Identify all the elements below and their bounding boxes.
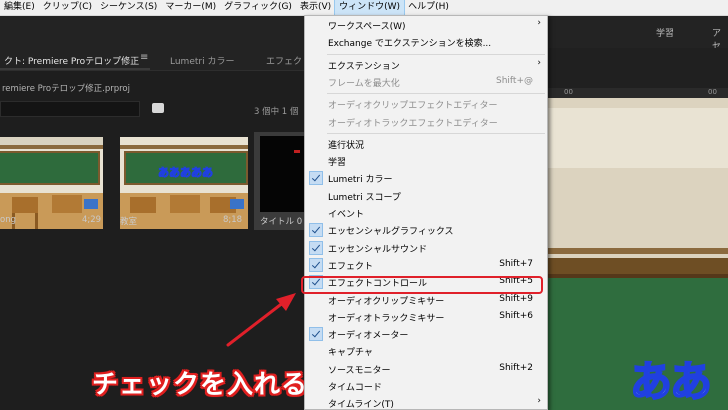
chevron-right-icon: › bbox=[537, 396, 541, 407]
window-menu-item[interactable]: オーディオトラックミキサー Shift+6 bbox=[305, 309, 547, 325]
menu-item[interactable]: 編集(E) bbox=[0, 0, 39, 15]
clip-duration: 8;18 bbox=[223, 215, 243, 225]
menu-item-label: タイムライン(T) bbox=[328, 400, 394, 410]
workspace-tab-learning[interactable]: 学習 bbox=[656, 26, 674, 39]
menu-item-shortcut: Shift+7 bbox=[499, 258, 533, 269]
window-menu-item[interactable]: ワークスペース(W) › bbox=[305, 17, 547, 33]
menu-item-label: フレームを最大化 bbox=[328, 78, 400, 89]
window-menu-item[interactable]: 学習 bbox=[305, 153, 547, 169]
menu-item-label: イベント bbox=[328, 210, 365, 220]
window-menu-item: オーディオトラックエフェクトエディター bbox=[305, 114, 547, 130]
timeline-ruler[interactable]: 00 00 bbox=[548, 88, 728, 98]
menu-separator bbox=[327, 53, 545, 55]
menu-item[interactable]: グラフィック(G) bbox=[220, 0, 296, 15]
clip-duration: 4;29 bbox=[82, 215, 102, 225]
menu-bar: 編集(E) クリップ(C) シーケンス(S) マーカー(M) グラフィック(G) 表示(V… bbox=[0, 0, 728, 16]
clip-name: タイトル 0 bbox=[260, 217, 303, 227]
menu-item-label: オーディオトラックエフェクトエディター bbox=[328, 118, 498, 129]
active-tab-indicator bbox=[0, 68, 150, 70]
menu-item[interactable]: 表示(V) bbox=[296, 0, 335, 15]
highlight-box bbox=[301, 276, 543, 294]
chevron-right-icon: › bbox=[537, 57, 541, 68]
window-menu-item[interactable]: エクステンション › bbox=[305, 57, 547, 73]
window-menu-item: フレームを最大化 Shift+@ bbox=[305, 74, 547, 90]
tab-effects[interactable]: エフェク bbox=[266, 54, 302, 67]
menu-separator bbox=[327, 93, 545, 95]
checkmark-icon bbox=[309, 171, 323, 186]
window-menu-item[interactable]: イベント bbox=[305, 205, 547, 221]
ruler-tick: 00 bbox=[564, 88, 573, 96]
window-menu-item[interactable]: タイムライン(T) › bbox=[305, 395, 547, 410]
ruler-tick: 00 bbox=[708, 88, 717, 96]
window-menu-item: オーディオクリップエフェクトエディター bbox=[305, 96, 547, 112]
menu-item-label: 進行状況 bbox=[328, 140, 365, 151]
menu-item-label: エッセンシャルグラフィックス bbox=[328, 227, 454, 238]
menu-item-shortcut: Shift+9 bbox=[499, 293, 533, 304]
menu-item-label: エクステンション bbox=[328, 61, 400, 72]
window-menu-item[interactable]: 進行状況 bbox=[305, 136, 547, 152]
annotation-text: チェックを入れる bbox=[92, 370, 309, 400]
window-menu-item[interactable]: Exchange でエクステンションを検索... bbox=[305, 34, 547, 50]
project-file-name: remiere Proテロップ修正.prproj bbox=[2, 84, 130, 94]
checkmark-icon bbox=[309, 257, 323, 272]
window-menu-item[interactable]: Lumetri スコープ bbox=[305, 188, 547, 204]
menu-item-label: キャプチャ bbox=[328, 348, 373, 359]
window-menu-item[interactable]: エフェクト Shift+7 bbox=[305, 257, 547, 273]
search-icon[interactable] bbox=[152, 103, 164, 113]
project-panel: クト: Premiere Proテロップ修正 ≡ Lumetri カラー エフェ… bbox=[0, 48, 304, 410]
project-panel-tabs: クト: Premiere Proテロップ修正 ≡ Lumetri カラー エフェ… bbox=[0, 48, 304, 71]
clip-overlay-text: あああああ bbox=[158, 166, 214, 180]
menu-item[interactable]: クリップ(C) bbox=[39, 0, 96, 15]
menu-item-label: ソースモニター bbox=[328, 365, 391, 376]
menu-item-shortcut: Shift+2 bbox=[499, 362, 533, 373]
window-menu-item[interactable]: ソースモニター Shift+2 bbox=[305, 361, 547, 377]
checkmark-icon bbox=[309, 223, 323, 238]
checkmark-icon bbox=[309, 327, 323, 342]
window-menu-item[interactable]: オーディオメーター bbox=[305, 326, 547, 342]
menu-item-label: 学習 bbox=[328, 158, 347, 169]
menu-item-shortcut: Shift+@ bbox=[496, 75, 533, 86]
window-menu-item[interactable]: キャプチャ bbox=[305, 343, 547, 359]
menu-item-label: Lumetri スコープ bbox=[328, 192, 401, 203]
menu-item-label: オーディオトラックミキサー bbox=[328, 313, 445, 324]
chevron-right-icon: › bbox=[537, 18, 541, 28]
menu-item-label: ワークスペース(W) bbox=[328, 22, 406, 32]
panel-menu-icon[interactable]: ≡ bbox=[140, 52, 148, 63]
menu-item[interactable]: ウィンドウ(W) bbox=[334, 0, 406, 16]
window-menu-item[interactable]: Lumetri カラー bbox=[305, 170, 547, 186]
menu-item[interactable]: マーカー(M) bbox=[161, 0, 220, 15]
menu-item-label: タイムコード bbox=[328, 383, 382, 393]
checkmark-icon bbox=[309, 240, 323, 255]
window-menu-dropdown: ワークスペース(W) › Exchange でエクステンションを検索... エクステン… bbox=[304, 15, 548, 410]
search-input[interactable] bbox=[0, 101, 140, 117]
menu-item-label: オーディオクリップエフェクトエディター bbox=[328, 101, 498, 112]
item-count: 3 個中 1 個 bbox=[254, 107, 299, 117]
menu-item-shortcut: Shift+6 bbox=[499, 310, 533, 321]
menu-item-label: オーディオメーター bbox=[328, 331, 409, 342]
tab-lumetri-color[interactable]: Lumetri カラー bbox=[170, 54, 234, 67]
clip-name: ong bbox=[0, 215, 16, 225]
tab-project[interactable]: クト: Premiere Proテロップ修正 bbox=[4, 54, 139, 67]
preview-overlay-text: ああ bbox=[629, 356, 713, 407]
menu-item-label: Lumetri カラー bbox=[328, 175, 393, 186]
clip-name: 教室 bbox=[120, 217, 138, 227]
menu-item[interactable]: ヘルプ(H) bbox=[404, 0, 453, 15]
menu-item-label: Exchange でエクステンションを検索... bbox=[328, 39, 492, 50]
menu-item-label: エフェクト bbox=[328, 261, 374, 272]
menu-item[interactable]: シーケンス(S) bbox=[96, 0, 161, 15]
menu-item-label: エッセンシャルサウンド bbox=[328, 244, 428, 255]
menu-item-label: オーディオクリップミキサー bbox=[328, 296, 445, 307]
window-menu-item[interactable]: タイムコード bbox=[305, 378, 547, 394]
menu-separator bbox=[327, 132, 545, 134]
window-menu-item[interactable]: エッセンシャルサウンド bbox=[305, 240, 547, 256]
window-menu-item[interactable]: エッセンシャルグラフィックス bbox=[305, 222, 547, 238]
